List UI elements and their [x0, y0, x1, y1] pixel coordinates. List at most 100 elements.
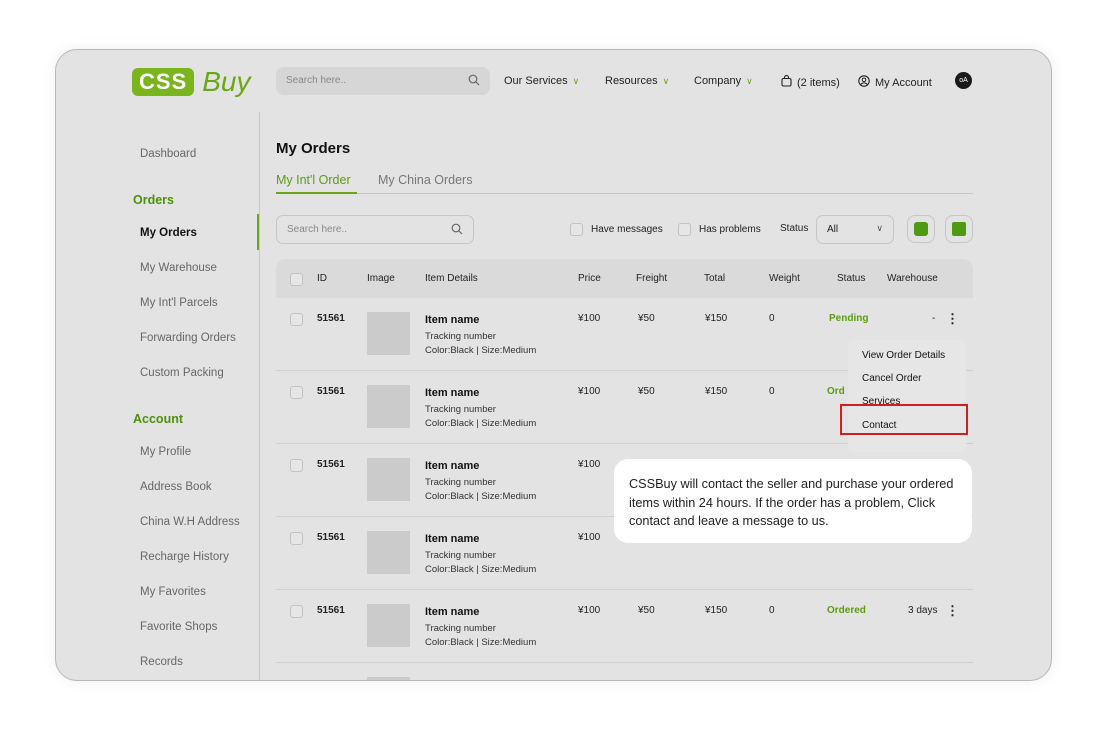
price: ¥100	[578, 532, 601, 543]
total: ¥150	[705, 313, 728, 324]
sidebar-item-china-wh-address[interactable]: China W.H Address	[140, 516, 240, 528]
col-status: Status	[837, 273, 866, 284]
status-badge: Pending	[829, 313, 869, 324]
cart-link[interactable]: (2 items)	[781, 74, 840, 90]
spreadsheet-icon	[914, 222, 928, 236]
have-messages-label: Have messages	[591, 224, 663, 235]
item-image	[367, 604, 410, 647]
my-account-label: My Account	[875, 76, 932, 89]
menu-cancel-order[interactable]: Cancel Order	[862, 373, 921, 384]
item-name[interactable]: Item name	[425, 314, 479, 326]
tab-china-orders[interactable]: My China Orders	[378, 173, 472, 187]
tab-active-underline	[276, 192, 357, 194]
table-header: ID Image Item Details Price Freight Tota…	[276, 259, 973, 298]
tracking-number: Tracking number	[425, 404, 496, 415]
sidebar-item-intl-parcels[interactable]: My Int'l Parcels	[140, 297, 218, 309]
item-attributes: Color:Black | Size:Medium	[425, 564, 537, 575]
row-actions-menu: View Order Details Cancel Order Services…	[848, 340, 966, 452]
sidebar-item-records[interactable]: Records	[140, 656, 183, 668]
row-checkbox[interactable]	[290, 532, 303, 545]
nav-company[interactable]: Company ∨	[694, 75, 753, 87]
item-name[interactable]: Item name	[425, 533, 479, 545]
row-checkbox[interactable]	[290, 313, 303, 326]
header-search-input[interactable]: Search here..	[276, 67, 490, 95]
col-id: ID	[317, 273, 327, 284]
filter-have-messages[interactable]: Have messages	[570, 223, 663, 236]
cart-count: (2 items)	[797, 76, 840, 89]
sidebar: Dashboard Orders My Orders My Warehouse …	[56, 112, 260, 680]
row-checkbox[interactable]	[290, 605, 303, 618]
order-id[interactable]: 51561	[317, 605, 345, 616]
order-id[interactable]: 51561	[317, 459, 345, 470]
more-vertical-icon[interactable]: ⋮	[946, 311, 959, 327]
nav-our-services-label: Our Services	[504, 75, 568, 87]
sidebar-item-forwarding-orders[interactable]: Forwarding Orders	[140, 332, 236, 344]
table-row	[276, 663, 973, 680]
tooltip-text: CSSBuy will contact the seller and purch…	[629, 477, 954, 528]
sidebar-heading-account: Account	[133, 412, 183, 426]
tracking-number: Tracking number	[425, 550, 496, 561]
my-account-link[interactable]: My Account	[858, 75, 932, 90]
freight: ¥50	[638, 386, 655, 397]
price: ¥100	[578, 386, 601, 397]
nav-company-label: Company	[694, 75, 742, 87]
warehouse: -	[932, 313, 936, 324]
sidebar-item-recharge-history[interactable]: Recharge History	[140, 551, 229, 563]
contact-tooltip: CSSBuy will contact the seller and purch…	[614, 459, 972, 543]
orders-search-input[interactable]: Search here..	[276, 215, 474, 244]
active-indicator	[257, 214, 259, 250]
avatar[interactable]: oA	[955, 72, 972, 89]
item-attributes: Color:Black | Size:Medium	[425, 418, 537, 429]
tracking-number: Tracking number	[425, 623, 496, 634]
contact-highlight	[840, 404, 968, 435]
select-all-checkbox[interactable]	[290, 273, 303, 286]
chevron-down-icon: ∨	[876, 223, 883, 233]
export-excel-button[interactable]	[907, 215, 935, 243]
main-content: My Orders My Int'l Order My China Orders…	[276, 112, 976, 680]
col-freight: Freight	[636, 273, 668, 284]
page-title: My Orders	[276, 140, 351, 157]
menu-view-order-details[interactable]: View Order Details	[862, 350, 945, 361]
status-select-value: All	[827, 224, 839, 235]
order-id[interactable]: 51561	[317, 532, 345, 543]
weight: 0	[769, 313, 775, 324]
have-messages-checkbox[interactable]	[570, 223, 583, 236]
status-badge: Ord	[827, 386, 845, 397]
sidebar-item-favorite-shops[interactable]: Favorite Shops	[140, 621, 217, 633]
status-select[interactable]: All ∨	[816, 215, 894, 244]
has-problems-checkbox[interactable]	[678, 223, 691, 236]
row-checkbox[interactable]	[290, 386, 303, 399]
top-bar: CSS Buy Search here.. Our Services ∨ Reso…	[56, 50, 1051, 112]
row-checkbox[interactable]	[290, 459, 303, 472]
more-vertical-icon[interactable]: ⋮	[946, 603, 959, 619]
tab-divider	[276, 193, 973, 194]
item-attributes: Color:Black | Size:Medium	[425, 637, 537, 648]
sidebar-item-dashboard[interactable]: Dashboard	[140, 148, 196, 160]
nav-resources[interactable]: Resources ∨	[605, 75, 669, 87]
chevron-down-icon: ∨	[746, 75, 753, 86]
has-problems-label: Has problems	[699, 224, 761, 235]
tab-intl-order[interactable]: My Int'l Order	[276, 173, 351, 187]
filter-has-problems[interactable]: Has problems	[678, 223, 761, 236]
order-id[interactable]: 51561	[317, 313, 345, 324]
chevron-down-icon: ∨	[572, 75, 580, 86]
sidebar-item-my-favorites[interactable]: My Favorites	[140, 586, 206, 598]
logo[interactable]: CSS Buy	[132, 66, 251, 98]
order-id[interactable]: 51561	[317, 386, 345, 397]
truck-icon	[952, 222, 966, 236]
weight: 0	[769, 386, 775, 397]
item-name[interactable]: Item name	[425, 387, 479, 399]
sidebar-item-custom-packing[interactable]: Custom Packing	[140, 367, 224, 379]
sidebar-item-address-book[interactable]: Address Book	[140, 481, 212, 493]
item-name[interactable]: Item name	[425, 606, 479, 618]
col-total: Total	[704, 273, 726, 284]
sidebar-item-my-orders[interactable]: My Orders	[140, 227, 197, 239]
nav-our-services[interactable]: Our Services ∨	[504, 75, 579, 87]
tracking-number: Tracking number	[425, 331, 496, 342]
sidebar-item-my-warehouse[interactable]: My Warehouse	[140, 262, 217, 274]
total: ¥150	[705, 605, 728, 616]
item-name[interactable]: Item name	[425, 460, 479, 472]
price: ¥100	[578, 605, 601, 616]
shipping-button[interactable]	[945, 215, 973, 243]
sidebar-item-my-profile[interactable]: My Profile	[140, 446, 191, 458]
